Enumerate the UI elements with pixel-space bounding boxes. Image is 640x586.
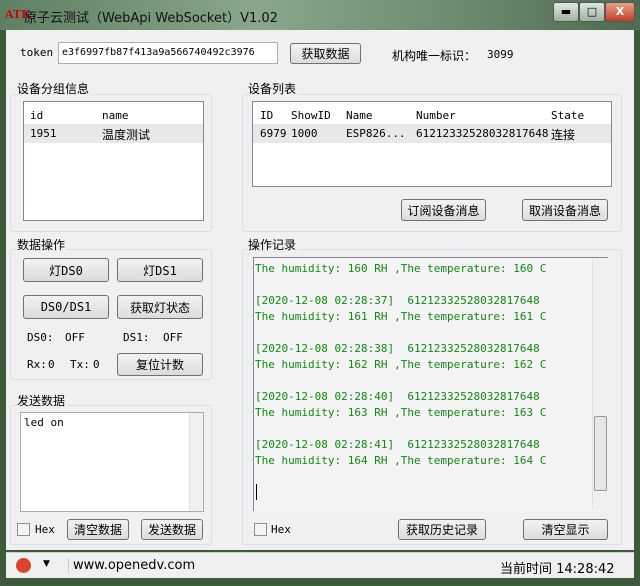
dropdown-arrow-icon[interactable]: ▼: [43, 559, 50, 569]
column-header-showid[interactable]: ShowID: [291, 109, 331, 122]
data-ops-title: 数据操作: [17, 236, 68, 253]
column-header-number[interactable]: Number: [416, 109, 456, 122]
minimize-button[interactable]: ▬: [553, 2, 579, 22]
log-lines: The humidity: 160 RH ,The temperature: 1…: [255, 261, 546, 469]
log-line: The humidity: 163 RH ,The temperature: 1…: [255, 406, 547, 419]
send-data-title: 发送数据: [17, 392, 68, 409]
group-info-title: 设备分组信息: [17, 80, 92, 97]
log-line: [2020-12-08 02:28:41] 612123325280328176…: [255, 438, 540, 451]
cell-id: 6979: [260, 127, 287, 140]
ds0-ds1-button[interactable]: DS0/DS1: [23, 295, 109, 319]
cell-id: 1951: [30, 127, 57, 140]
log-line: The humidity: 160 RH ,The temperature: 1…: [255, 262, 547, 275]
org-id-label: 机构唯一标识：: [392, 49, 477, 63]
group-list-header: id name: [24, 105, 203, 125]
table-row[interactable]: 1951 温度测试: [24, 125, 203, 143]
log-line: [2020-12-08 02:28:40] 612123325280328176…: [255, 390, 540, 403]
table-row[interactable]: 6979 1000 ESP826... 61212332528032817648…: [253, 125, 611, 143]
get-led-state-button[interactable]: 获取灯状态: [117, 295, 203, 319]
log-line: The humidity: 161 RH ,The temperature: 1…: [255, 310, 547, 323]
title-bar: ATK 原子云测试（WebApi WebSocket）V1.02 ▬ □ X: [0, 0, 640, 30]
log-line: [2020-12-08 02:28:37] 612123325280328176…: [255, 294, 540, 307]
reset-count-button[interactable]: 复位计数: [117, 353, 203, 376]
send-hex-checkbox[interactable]: [17, 523, 30, 536]
token-input[interactable]: e3f6997fb87f413a9a566740492c3976: [58, 42, 278, 64]
ds1-value: OFF: [163, 331, 183, 344]
led-ds1-button[interactable]: 灯DS1: [117, 258, 203, 282]
log-scrollbar[interactable]: [592, 258, 608, 510]
log-line: The humidity: 162 RH ,The temperature: 1…: [255, 358, 547, 371]
column-header-id[interactable]: ID: [260, 109, 273, 122]
website-link[interactable]: www.openedv.com: [68, 558, 195, 573]
cell-number: 61212332528032817648: [416, 127, 549, 140]
clear-data-button[interactable]: 清空数据: [67, 519, 129, 540]
ds0-label: DS0:: [27, 331, 54, 344]
unsubscribe-button[interactable]: 取消设备消息: [522, 199, 608, 221]
led-ds0-button[interactable]: 灯DS0: [23, 258, 109, 282]
maximize-button[interactable]: □: [579, 2, 605, 22]
subscribe-button[interactable]: 订阅设备消息: [401, 199, 486, 221]
rx-label: Rx:: [27, 358, 47, 371]
send-hex-label: Hex: [35, 523, 55, 536]
send-scrollbar[interactable]: [189, 413, 203, 511]
device-list-title: 设备列表: [248, 80, 299, 97]
log-line: The humidity: 164 RH ,The temperature: 1…: [255, 454, 547, 467]
app-status-icon: [16, 558, 31, 573]
tx-label: Tx:: [70, 358, 90, 371]
send-data-textarea[interactable]: led on: [20, 412, 204, 512]
column-header-id[interactable]: id: [30, 109, 43, 122]
log-title: 操作记录: [248, 236, 299, 253]
token-label: token: [20, 46, 54, 59]
window-title: 原子云测试（WebApi WebSocket）V1.02: [24, 11, 278, 26]
log-line: [2020-12-08 02:28:38] 612123325280328176…: [255, 342, 540, 355]
column-header-name[interactable]: Name: [346, 109, 373, 122]
tx-value: 0: [93, 358, 100, 371]
ds0-value: OFF: [65, 331, 85, 344]
rx-value: 0: [48, 358, 55, 371]
ds1-label: DS1:: [123, 331, 150, 344]
status-bar: ▼ www.openedv.com 当前时间 14:28:42: [6, 552, 634, 578]
get-history-button[interactable]: 获取历史记录: [398, 519, 486, 540]
group-list[interactable]: id name 1951 温度测试: [23, 101, 204, 221]
log-hex-checkbox[interactable]: [254, 523, 267, 536]
log-hex-label: Hex: [271, 523, 291, 536]
clear-display-button[interactable]: 清空显示: [523, 519, 608, 540]
cell-name: 温度测试: [102, 128, 151, 142]
device-list-header: ID ShowID Name Number State: [253, 105, 611, 125]
org-id-value: 3099: [487, 48, 514, 61]
device-list[interactable]: ID ShowID Name Number State 6979 1000 ES…: [252, 101, 612, 187]
text-cursor: [256, 484, 257, 500]
column-header-name[interactable]: name: [102, 109, 129, 122]
close-button[interactable]: X: [605, 2, 635, 22]
cell-name: ESP826...: [346, 127, 406, 140]
fetch-data-button[interactable]: 获取数据: [290, 43, 361, 64]
scrollbar-thumb[interactable]: [594, 416, 607, 491]
log-view[interactable]: The humidity: 160 RH ,The temperature: 1…: [253, 257, 608, 511]
current-time: 当前时间 14:28:42: [500, 562, 615, 577]
cell-showid: 1000: [291, 127, 318, 140]
column-header-state[interactable]: State: [551, 109, 584, 122]
send-data-button[interactable]: 发送数据: [141, 519, 203, 540]
cell-state: 连接: [551, 128, 576, 142]
